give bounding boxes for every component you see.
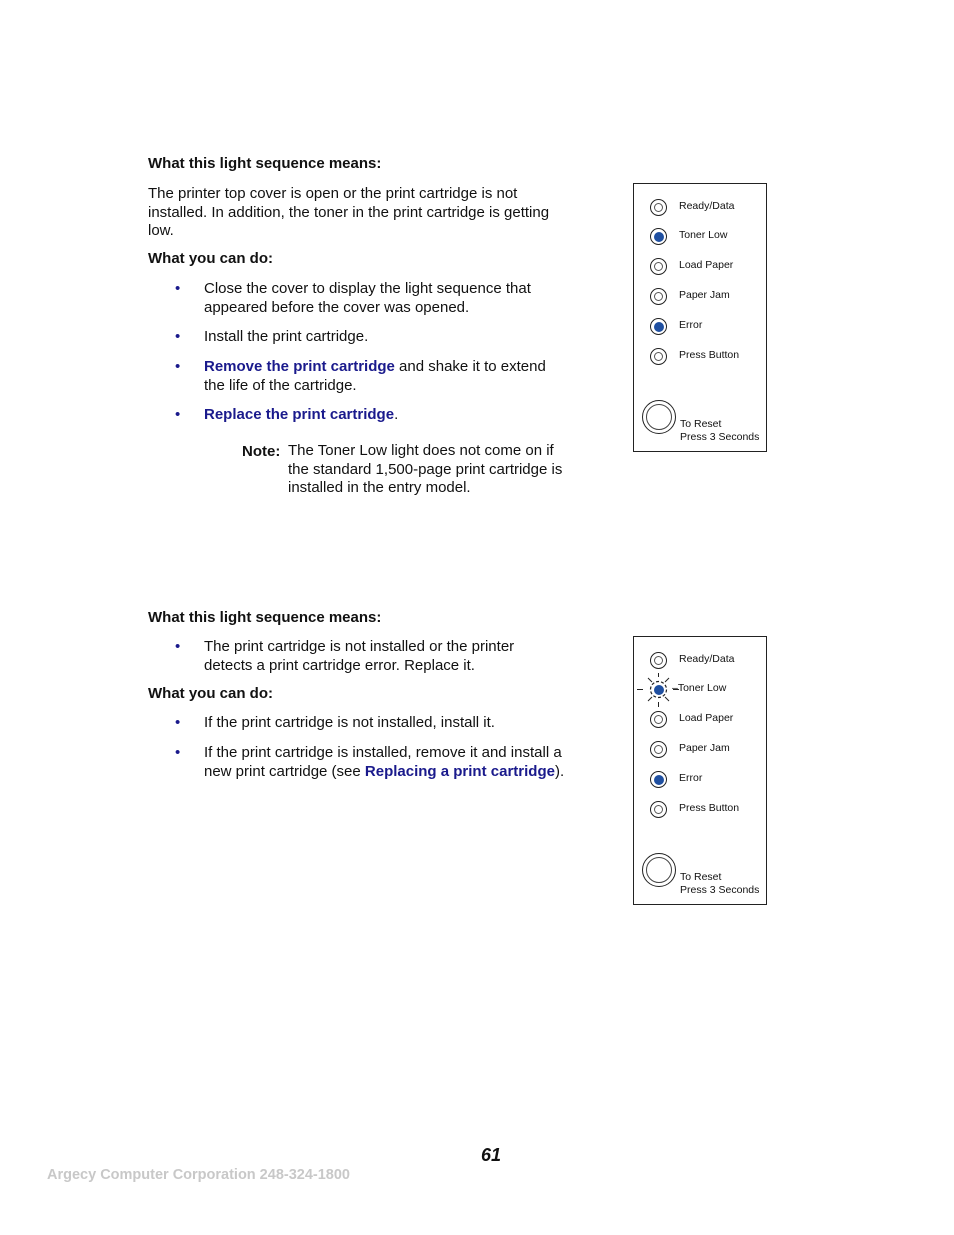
reset-button-icon [642, 400, 676, 434]
led-off-icon [650, 652, 667, 669]
note-label: Note: [242, 443, 281, 460]
led-on-icon [650, 771, 667, 788]
means-text-1: The printer top cover is open or the pri… [148, 185, 550, 239]
replacing-cartridge-link[interactable]: Replacing a print cartridge [365, 763, 555, 780]
led-off-icon [650, 288, 667, 305]
bullet-icon: • [175, 406, 181, 423]
operator-panel-1: Ready/Data Toner Low Load Paper Paper Ja… [633, 183, 767, 452]
action-item: Install the print cartridge. [204, 328, 369, 345]
led-off-icon [650, 741, 667, 758]
action-item: Replace the print cartridge. [204, 406, 399, 423]
reset-button-icon [642, 853, 676, 887]
led-off-icon [650, 199, 667, 216]
bullet-icon: • [175, 744, 181, 761]
means-heading-1: What this light sequence means: [148, 155, 382, 172]
means-bullet-2: The print cartridge is not installed or … [204, 638, 515, 674]
led-off-icon [650, 711, 667, 728]
led-off-icon [650, 801, 667, 818]
footer-text: Argecy Computer Corporation 248-324-1800 [47, 1167, 350, 1183]
operator-panel-2: Ready/Data –Toner Low Load Paper Paper J… [633, 636, 767, 905]
reset-label: To Reset Press 3 Seconds [680, 871, 760, 896]
led-blinking-icon [650, 681, 667, 698]
action-item: If the print cartridge is installed, rem… [204, 744, 565, 780]
bullet-icon: • [175, 328, 181, 345]
do-heading-2: What you can do: [148, 685, 273, 702]
bullet-icon: • [175, 638, 181, 655]
bullet-icon: • [175, 280, 181, 297]
note-text: The Toner Low light does not come on if … [288, 442, 563, 496]
action-item: Close the cover to display the light seq… [204, 280, 531, 316]
do-heading-1: What you can do: [148, 250, 273, 267]
led-off-icon [650, 258, 667, 275]
bullet-icon: • [175, 358, 181, 375]
action-item: If the print cartridge is not installed,… [204, 714, 495, 731]
led-on-icon [650, 318, 667, 335]
means-heading-2: What this light sequence means: [148, 609, 382, 626]
led-off-icon [650, 348, 667, 365]
replace-cartridge-link[interactable]: Replace the print cartridge [204, 406, 394, 423]
page-number: 61 [481, 1145, 502, 1165]
action-item: Remove the print cartridge and shake it … [204, 358, 546, 394]
bullet-icon: • [175, 714, 181, 731]
remove-cartridge-link[interactable]: Remove the print cartridge [204, 358, 395, 375]
reset-label: To Reset Press 3 Seconds [680, 418, 760, 443]
led-on-icon [650, 228, 667, 245]
